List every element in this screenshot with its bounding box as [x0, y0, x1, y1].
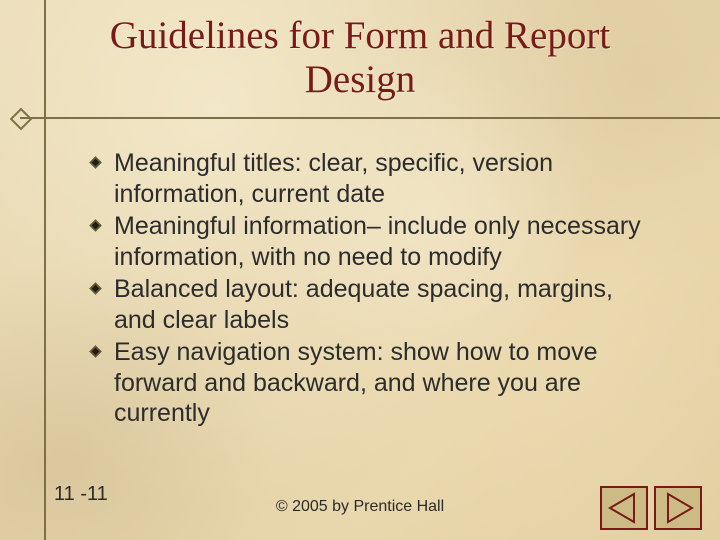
list-item: Balanced layout: adequate spacing, margi… [88, 274, 660, 335]
list-item: Easy navigation system: show how to move… [88, 337, 660, 429]
nav-controls [600, 486, 702, 530]
next-button[interactable] [654, 486, 702, 530]
bullet-list: Meaningful titles: clear, specific, vers… [88, 148, 660, 431]
list-item-text: Balanced layout: adequate spacing, margi… [114, 275, 613, 334]
diamond-bullet-icon [88, 344, 103, 359]
list-item-text: Meaningful information– include only nec… [114, 212, 641, 271]
horizontal-rule [20, 117, 720, 119]
list-item-text: Meaningful titles: clear, specific, vers… [114, 149, 553, 208]
list-item: Meaningful information– include only nec… [88, 211, 660, 272]
slide-title: Guidelines for Form and Report Design [0, 0, 720, 107]
prev-button[interactable] [600, 486, 648, 530]
list-item-text: Easy navigation system: show how to move… [114, 338, 598, 427]
diamond-bullet-icon [88, 218, 103, 233]
diamond-bullet-icon [88, 281, 103, 296]
rule-endcap-diamond [10, 108, 33, 131]
list-item: Meaningful titles: clear, specific, vers… [88, 148, 660, 209]
diamond-bullet-icon [88, 155, 103, 170]
